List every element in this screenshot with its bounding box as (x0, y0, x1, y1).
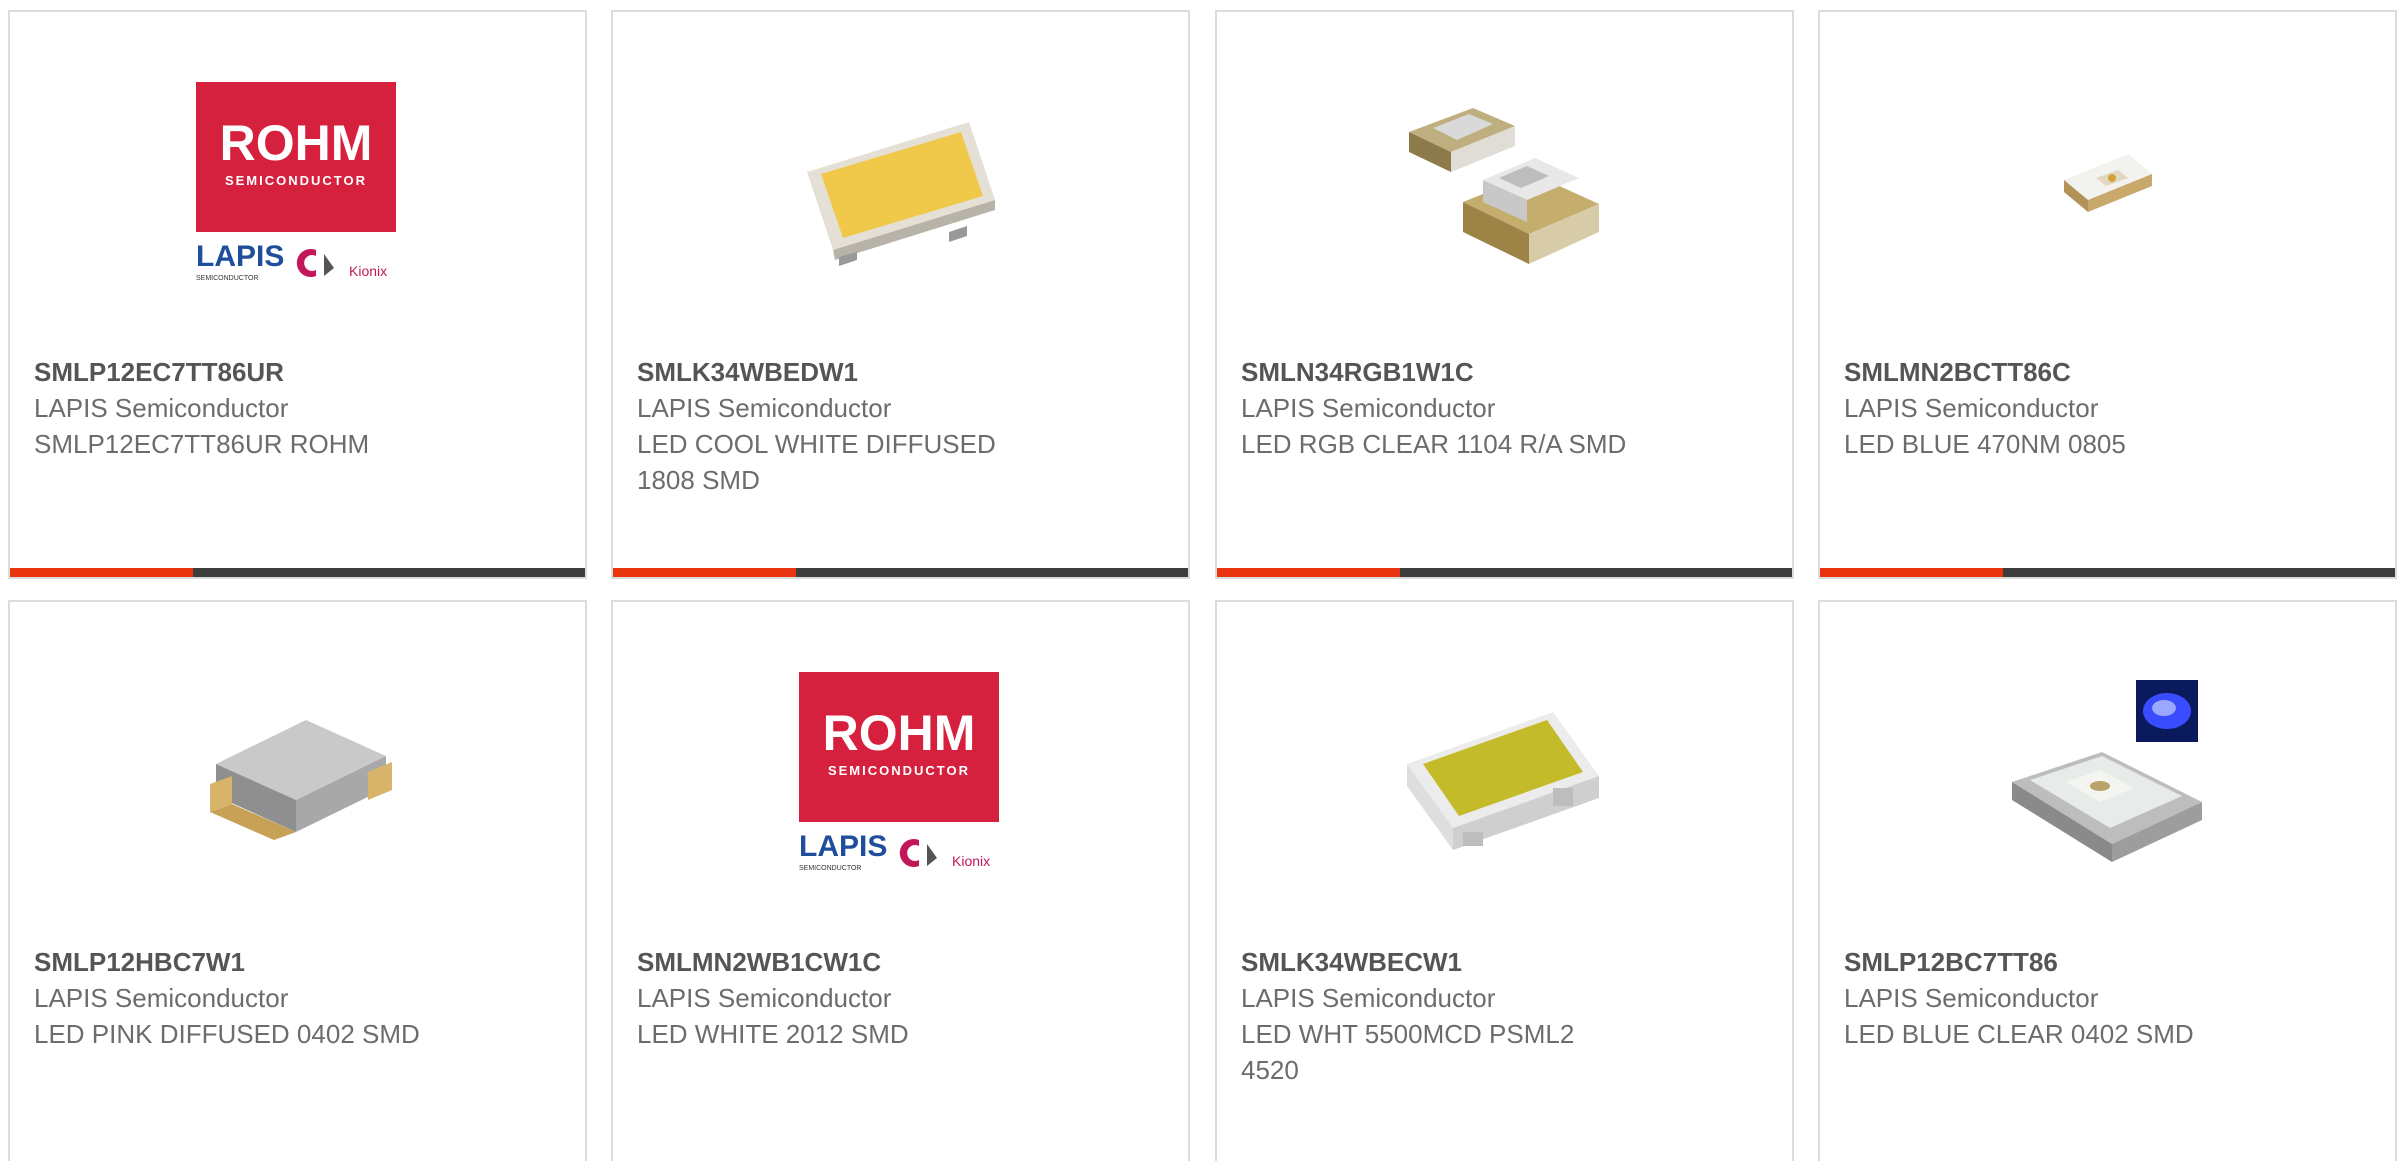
svg-text:ROHM: ROHM (823, 705, 976, 761)
led-small-chip-image (2064, 154, 2152, 212)
part-number[interactable]: SMLP12EC7TT86UR (34, 354, 454, 390)
product-info: SMLP12BC7TT86 LAPIS Semiconductor LED BL… (1844, 944, 2264, 1052)
manufacturer-name: LAPIS Semiconductor (637, 983, 892, 1013)
product-description: LED WHT 5500MCD PSML2 4520 (1241, 1019, 1575, 1085)
manufacturer-name: LAPIS Semiconductor (637, 393, 892, 423)
svg-text:SEMICONDUCTOR: SEMICONDUCTOR (799, 865, 861, 872)
svg-text:SEMICONDUCTOR: SEMICONDUCTOR (225, 173, 367, 188)
part-number[interactable]: SMLP12HBC7W1 (34, 944, 454, 980)
manufacturer-name: LAPIS Semiconductor (1844, 393, 2099, 423)
part-number[interactable]: SMLMN2BCTT86C (1844, 354, 2264, 390)
manufacturer-name: LAPIS Semiconductor (34, 983, 289, 1013)
product-description: LED BLUE 470NM 0805 (1844, 429, 2126, 459)
product-card[interactable]: SMLMN2BCTT86C LAPIS Semiconductor LED BL… (1818, 10, 2397, 579)
led-rgb-pair-image (1409, 108, 1599, 264)
card-accent-bar (1217, 568, 1792, 577)
rohm-logo-image: ROHM SEMICONDUCTOR LAPIS SEMICONDUCTOR K… (799, 672, 999, 872)
rohm-logo-image: ROHM SEMICONDUCTOR LAPIS SEMICONDUCTOR K… (196, 82, 396, 282)
product-description: SMLP12EC7TT86UR ROHM (34, 429, 370, 459)
manufacturer-name: LAPIS Semiconductor (1241, 983, 1496, 1013)
part-number[interactable]: SMLK34WBEDW1 (637, 354, 1057, 390)
part-number[interactable]: SMLP12BC7TT86 (1844, 944, 2264, 980)
product-description: LED RGB CLEAR 1104 R/A SMD (1241, 429, 1627, 459)
product-info: SMLK34WBEDW1 LAPIS Semiconductor LED COO… (637, 354, 1057, 498)
part-number[interactable]: SMLMN2WB1CW1C (637, 944, 1057, 980)
product-info: SMLK34WBECW1 LAPIS Semiconductor LED WHT… (1241, 944, 1661, 1088)
product-card[interactable]: SMLP12HBC7W1 LAPIS Semiconductor LED PIN… (8, 600, 587, 1161)
led-gray-chip-image (210, 720, 392, 840)
product-info: SMLMN2BCTT86C LAPIS Semiconductor LED BL… (1844, 354, 2264, 462)
product-card[interactable]: ROHM SEMICONDUCTOR LAPIS SEMICONDUCTOR K… (8, 10, 587, 579)
svg-text:SEMICONDUCTOR: SEMICONDUCTOR (828, 763, 970, 778)
svg-text:SEMICONDUCTOR: SEMICONDUCTOR (196, 275, 258, 282)
product-card[interactable]: SMLK34WBEDW1 LAPIS Semiconductor LED COO… (611, 10, 1190, 579)
manufacturer-name: LAPIS Semiconductor (1241, 393, 1496, 423)
led-olive-top-image (1407, 712, 1599, 850)
svg-text:Kionix: Kionix (349, 263, 387, 279)
product-grid: ROHM SEMICONDUCTOR LAPIS SEMICONDUCTOR K… (0, 0, 2400, 1161)
card-accent-bar (1820, 568, 2395, 577)
product-info: SMLN34RGB1W1C LAPIS Semiconductor LED RG… (1241, 354, 1661, 462)
product-info: SMLMN2WB1CW1C LAPIS Semiconductor LED WH… (637, 944, 1057, 1052)
svg-text:Kionix: Kionix (952, 853, 990, 869)
part-number[interactable]: SMLN34RGB1W1C (1241, 354, 1661, 390)
product-description: LED BLUE CLEAR 0402 SMD (1844, 1019, 2194, 1049)
product-description: LED WHITE 2012 SMD (637, 1019, 909, 1049)
svg-text:LAPIS: LAPIS (799, 830, 887, 863)
product-description: LED PINK DIFFUSED 0402 SMD (34, 1019, 420, 1049)
product-info: SMLP12HBC7W1 LAPIS Semiconductor LED PIN… (34, 944, 454, 1052)
product-info: SMLP12EC7TT86UR LAPIS Semiconductor SMLP… (34, 354, 454, 462)
card-accent-bar (10, 568, 585, 577)
manufacturer-name: LAPIS Semiconductor (34, 393, 289, 423)
product-card[interactable]: SMLN34RGB1W1C LAPIS Semiconductor LED RG… (1215, 10, 1794, 579)
svg-text:ROHM: ROHM (220, 115, 373, 171)
card-accent-bar (613, 568, 1188, 577)
svg-text:LAPIS: LAPIS (196, 240, 284, 273)
product-card[interactable]: SMLP12BC7TT86 LAPIS Semiconductor LED BL… (1818, 600, 2397, 1161)
led-blue-glow-image (2012, 680, 2202, 862)
led-yellow-top-image (807, 122, 995, 266)
part-number[interactable]: SMLK34WBECW1 (1241, 944, 1661, 980)
product-card[interactable]: SMLK34WBECW1 LAPIS Semiconductor LED WHT… (1215, 600, 1794, 1161)
product-card[interactable]: ROHM SEMICONDUCTOR LAPIS SEMICONDUCTOR K… (611, 600, 1190, 1161)
product-description: LED COOL WHITE DIFFUSED 1808 SMD (637, 429, 996, 495)
manufacturer-name: LAPIS Semiconductor (1844, 983, 2099, 1013)
